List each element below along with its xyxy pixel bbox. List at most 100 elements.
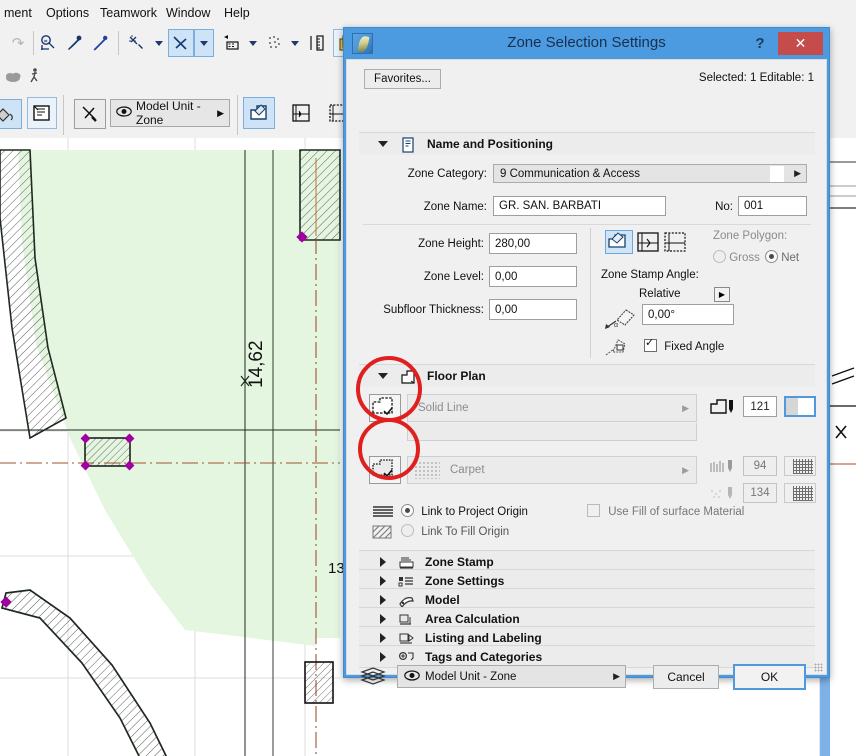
- magic-wand-icon[interactable]: [124, 31, 150, 55]
- fill-background-pen-value: 134: [750, 487, 769, 499]
- fill-type-combo[interactable]: Carpet ▶: [407, 456, 697, 484]
- zone-level-input[interactable]: 0,00: [489, 266, 577, 287]
- close-button[interactable]: ✕: [778, 32, 823, 55]
- zone-manual-tool-icon[interactable]: [243, 97, 275, 129]
- link-to-project-origin-radio[interactable]: Link to Project Origin: [401, 504, 528, 518]
- paint-bucket-icon[interactable]: [0, 99, 22, 129]
- grid-dropdown-caret-icon[interactable]: [289, 35, 301, 51]
- zone-height-input[interactable]: 280,00: [489, 233, 577, 254]
- zone-no-label: No:: [699, 201, 733, 213]
- zone-reference-line-icon[interactable]: [662, 230, 688, 254]
- fixed-angle-checkbox[interactable]: Fixed Angle: [644, 339, 724, 353]
- use-fill-surface-material-checkbox[interactable]: Use Fill of surface Material: [587, 504, 744, 518]
- line-preview-box: [407, 423, 697, 441]
- fill-background-swatch[interactable]: [784, 483, 816, 503]
- triangle-right-icon: [380, 576, 386, 586]
- radio-fill-origin[interactable]: [401, 524, 414, 537]
- toolbar-separator: [63, 95, 64, 135]
- grid-snap-icon[interactable]: [263, 31, 287, 55]
- zone-category-value: 9 Communication & Access: [500, 168, 640, 180]
- model-unit-zone-label: Model Unit - Zone: [136, 99, 217, 127]
- menu-ment[interactable]: ment: [4, 6, 32, 20]
- selection-info: Selected: 1 Editable: 1: [699, 72, 814, 84]
- magic-wand-zone-icon[interactable]: [74, 99, 106, 129]
- syringe-inject-icon[interactable]: [88, 31, 112, 55]
- subfloor-thickness-input[interactable]: 0,00: [489, 299, 577, 320]
- fixed-angle-label: Fixed Angle: [664, 341, 724, 353]
- radio-gross[interactable]: [713, 250, 726, 263]
- menu-options[interactable]: Options: [46, 6, 89, 20]
- zone-tool-icon[interactable]: [27, 97, 57, 129]
- link-to-fill-origin-radio[interactable]: Link To Fill Origin: [401, 524, 509, 538]
- dialog-title-bar[interactable]: Zone Selection Settings ? ✕: [344, 28, 829, 59]
- triangle-right-icon: [380, 633, 386, 643]
- triangle-down-icon: [378, 141, 388, 147]
- name-positioning-icon: [400, 137, 417, 152]
- measure-area-icon[interactable]: ⌗: [36, 31, 60, 55]
- ok-button[interactable]: OK: [733, 664, 806, 690]
- snap-dropdown-caret-icon[interactable]: [194, 29, 214, 57]
- section-header-floor-plan[interactable]: Floor Plan: [359, 364, 815, 387]
- fill-origin-icon: [371, 524, 395, 540]
- menu-window[interactable]: Window: [166, 6, 210, 20]
- menu-help[interactable]: Help: [224, 6, 250, 20]
- fill-foreground-swatch[interactable]: [784, 456, 816, 476]
- snap-point-icon[interactable]: [168, 29, 194, 57]
- walking-man-icon[interactable]: [22, 64, 46, 88]
- layers-stack-icon[interactable]: [359, 664, 389, 688]
- checkbox-use-fill-surface[interactable]: [587, 504, 600, 517]
- zone-name-value: GR. SAN. BARBATI: [499, 200, 601, 212]
- keyboard-input-icon[interactable]: [219, 31, 245, 55]
- stamp-angle-input[interactable]: 0,00°: [642, 304, 734, 325]
- menu-teamwork[interactable]: Teamwork: [100, 6, 157, 20]
- line-type-combo[interactable]: Solid Line ▶: [407, 394, 697, 422]
- zone-line-override-icon[interactable]: [369, 394, 401, 422]
- redo-icon[interactable]: ↷: [6, 31, 30, 55]
- zone-inner-edge-tool-icon[interactable]: [286, 97, 316, 129]
- eyedropper-icon[interactable]: [62, 31, 86, 55]
- favorites-button[interactable]: Favorites...: [364, 69, 441, 89]
- stamp-angle-value: 0,00°: [648, 309, 675, 321]
- ruler-icon[interactable]: [305, 31, 329, 55]
- fill-foreground-pen-field[interactable]: 94: [743, 456, 777, 476]
- zone-polygon-gross-radio[interactable]: Gross: [713, 250, 760, 264]
- keyboard-dropdown-caret-icon[interactable]: [247, 35, 259, 51]
- relative-dropdown-button[interactable]: ▶: [714, 287, 730, 302]
- radio-project-origin[interactable]: [401, 504, 414, 517]
- zone-inner-edge-icon[interactable]: [635, 230, 661, 254]
- magic-wand-dropdown-caret-icon[interactable]: [153, 35, 165, 51]
- footer-layer-combo[interactable]: Model Unit - Zone ▶: [397, 665, 626, 688]
- section-label: Model: [425, 593, 460, 607]
- zone-height-value: 280,00: [495, 238, 530, 250]
- menu-bar: ment Options Teamwork Window Help: [0, 0, 856, 27]
- resize-grip[interactable]: [814, 663, 823, 672]
- zone-manual-icon[interactable]: [605, 230, 633, 254]
- footer-layer-label: Model Unit - Zone: [425, 671, 516, 683]
- zone-no-input[interactable]: 001: [738, 196, 807, 216]
- zone-fill-override-icon[interactable]: [369, 456, 401, 484]
- cancel-button[interactable]: Cancel: [653, 665, 719, 689]
- help-button[interactable]: ?: [749, 32, 771, 54]
- subfloor-thickness-label: Subfloor Thickness:: [357, 304, 484, 316]
- checkbox-fixed-angle[interactable]: [644, 339, 657, 352]
- zone-level-label: Zone Level:: [367, 271, 484, 283]
- zone-category-color-preview: [770, 166, 784, 182]
- relative-label: Relative: [639, 288, 681, 300]
- zone-selection-settings-dialog: Zone Selection Settings ? ✕ Favorites...…: [343, 27, 830, 678]
- project-origin-icon: [371, 504, 395, 520]
- fill-background-pen-field[interactable]: 134: [743, 483, 777, 503]
- section-header-name-and-positioning[interactable]: Name and Positioning: [359, 132, 815, 155]
- model-icon: [398, 593, 415, 608]
- zone-name-input[interactable]: GR. SAN. BARBATI: [493, 196, 666, 216]
- line-pen-icon[interactable]: [709, 396, 739, 420]
- model-unit-zone-combo[interactable]: Model Unit - Zone ▶: [110, 99, 230, 127]
- divider: [363, 224, 811, 225]
- line-pen-value-field[interactable]: 121: [743, 396, 777, 417]
- zone-stamp-angle-label: Zone Stamp Angle:: [601, 269, 699, 281]
- line-pen-color-swatch[interactable]: [784, 396, 816, 417]
- radio-net[interactable]: [765, 250, 778, 263]
- zone-category-combo[interactable]: 9 Communication & Access ▶: [493, 164, 807, 183]
- triangle-right-icon: [380, 595, 386, 605]
- zone-polygon-net-radio[interactable]: Net: [765, 250, 799, 264]
- area-calculation-icon: [398, 612, 415, 627]
